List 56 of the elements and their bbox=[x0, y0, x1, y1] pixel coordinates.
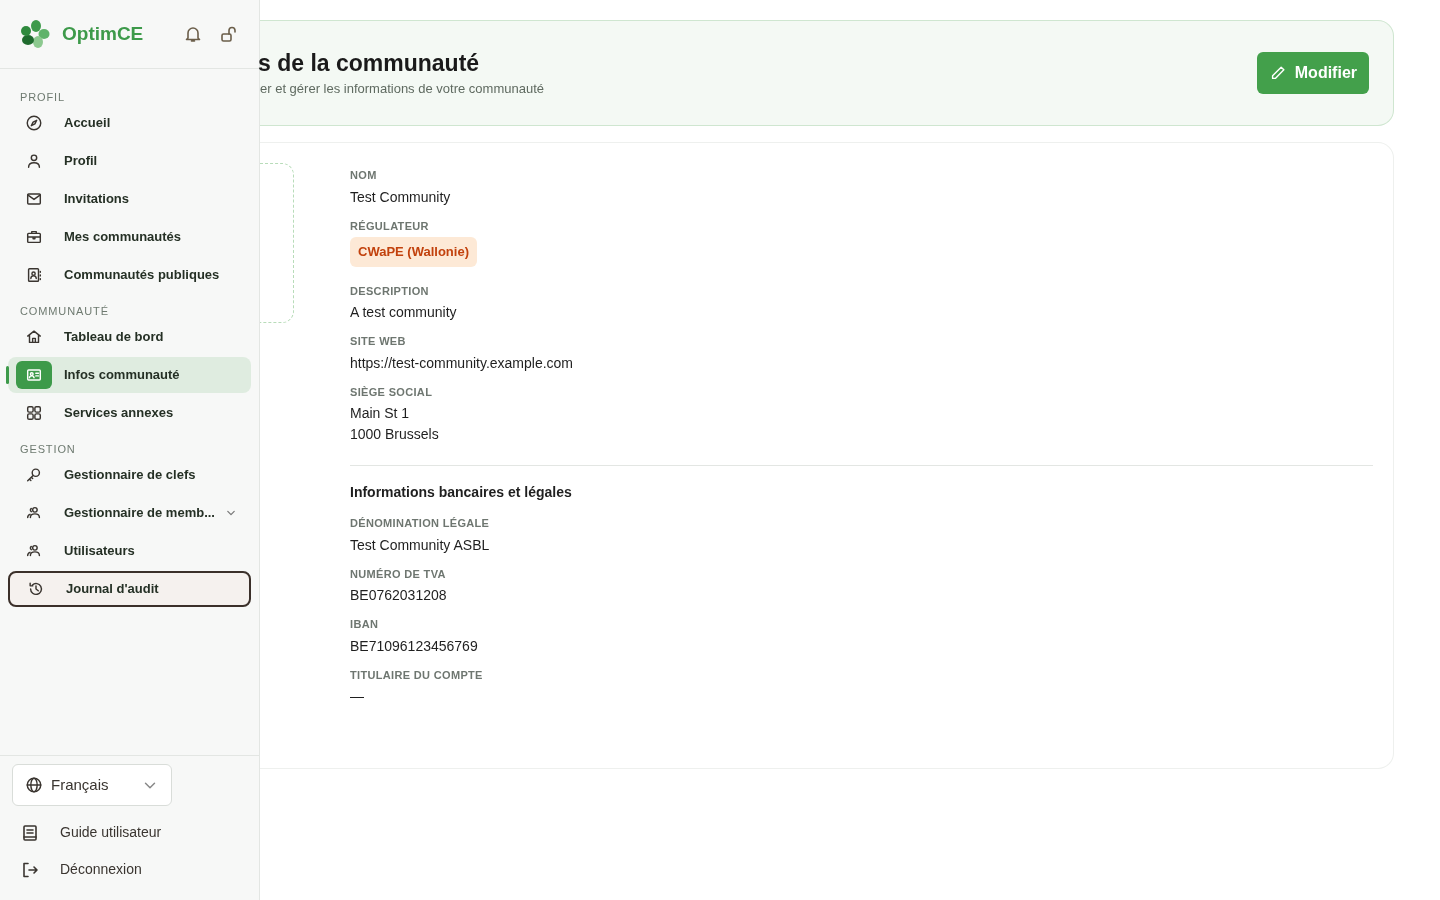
envelope-icon bbox=[25, 190, 43, 208]
globe-icon bbox=[25, 776, 43, 794]
section-label: PROFIL bbox=[19, 90, 66, 105]
field-label: SIÈGE SOCIAL bbox=[350, 384, 434, 400]
briefcase-icon bbox=[25, 228, 43, 246]
brand-name: OptimCE bbox=[62, 21, 144, 46]
grid-icon bbox=[25, 404, 43, 422]
field-value: Main St 1 bbox=[350, 404, 411, 423]
nav-item[interactable]: Accueil bbox=[8, 105, 251, 141]
field-value: 1000 Brussels bbox=[350, 425, 440, 444]
home-icon bbox=[25, 328, 43, 346]
field-value: Test Community ASBL bbox=[350, 535, 491, 555]
footer-link[interactable]: Déconnexion bbox=[12, 851, 247, 888]
field-label: IBAN bbox=[350, 617, 380, 632]
field-value: A test community bbox=[350, 303, 458, 322]
id-card-icon bbox=[25, 366, 43, 384]
field-value: https://test-community.example.com bbox=[350, 353, 575, 373]
page-subtitle: er et gérer les informations de votre communauté bbox=[260, 80, 544, 99]
field-value: — bbox=[350, 687, 365, 706]
field-label: NOM bbox=[350, 168, 378, 183]
book-icon bbox=[20, 822, 40, 843]
section-label: COMMUNAUTÉ bbox=[19, 304, 110, 319]
nav-item[interactable]: Journal d'audit bbox=[8, 571, 251, 607]
user-icon bbox=[25, 152, 43, 170]
history-icon bbox=[27, 580, 45, 598]
notification-bell-icon[interactable] bbox=[183, 24, 203, 44]
regulator-tag: CWaPE (Wallonie) bbox=[350, 237, 477, 267]
field-value: BE71096123456769 bbox=[350, 636, 479, 656]
field-label: SITE WEB bbox=[350, 334, 407, 349]
field-label: NUMÉRO DE TVA bbox=[350, 566, 447, 582]
footer-link[interactable]: Guide utilisateur bbox=[12, 814, 247, 851]
page-title: s de la communauté bbox=[258, 49, 481, 79]
field-label: TITULAIRE DU COMPTE bbox=[350, 667, 484, 683]
nav-item[interactable]: Mes communautés bbox=[8, 219, 251, 255]
clover-logo-icon bbox=[20, 19, 50, 49]
language-select[interactable]: Français bbox=[12, 764, 172, 806]
nav-item[interactable]: Invitations bbox=[8, 181, 251, 217]
contact-book-icon bbox=[25, 266, 43, 284]
unlocked-lock-icon[interactable] bbox=[219, 24, 239, 44]
field-label: DESCRIPTION bbox=[350, 283, 430, 299]
nav-item[interactable]: Profil bbox=[8, 143, 251, 179]
nav-item[interactable]: Services annexes bbox=[8, 395, 251, 431]
section-label: GESTION bbox=[19, 442, 77, 457]
nav-item[interactable]: Gestionnaire de clefs bbox=[8, 457, 251, 493]
field-label: DÉNOMINATION LÉGALE bbox=[350, 516, 491, 531]
nav-item[interactable]: Tableau de bord bbox=[8, 319, 251, 355]
field-value: Test Community bbox=[350, 187, 452, 207]
key-icon bbox=[25, 466, 43, 484]
compass-icon bbox=[25, 114, 43, 132]
nav-item[interactable]: Gestionnaire de memb... bbox=[8, 495, 251, 531]
field-label: RÉGULATEUR bbox=[350, 218, 430, 234]
nav-item[interactable]: Communautés publiques bbox=[8, 257, 251, 293]
section-title: Informations bancaires et légales bbox=[350, 483, 573, 502]
nav-item[interactable]: Utilisateurs bbox=[8, 533, 251, 569]
field-value: BE0762031208 bbox=[350, 586, 448, 605]
nav-item[interactable]: Infos communauté bbox=[8, 357, 251, 393]
